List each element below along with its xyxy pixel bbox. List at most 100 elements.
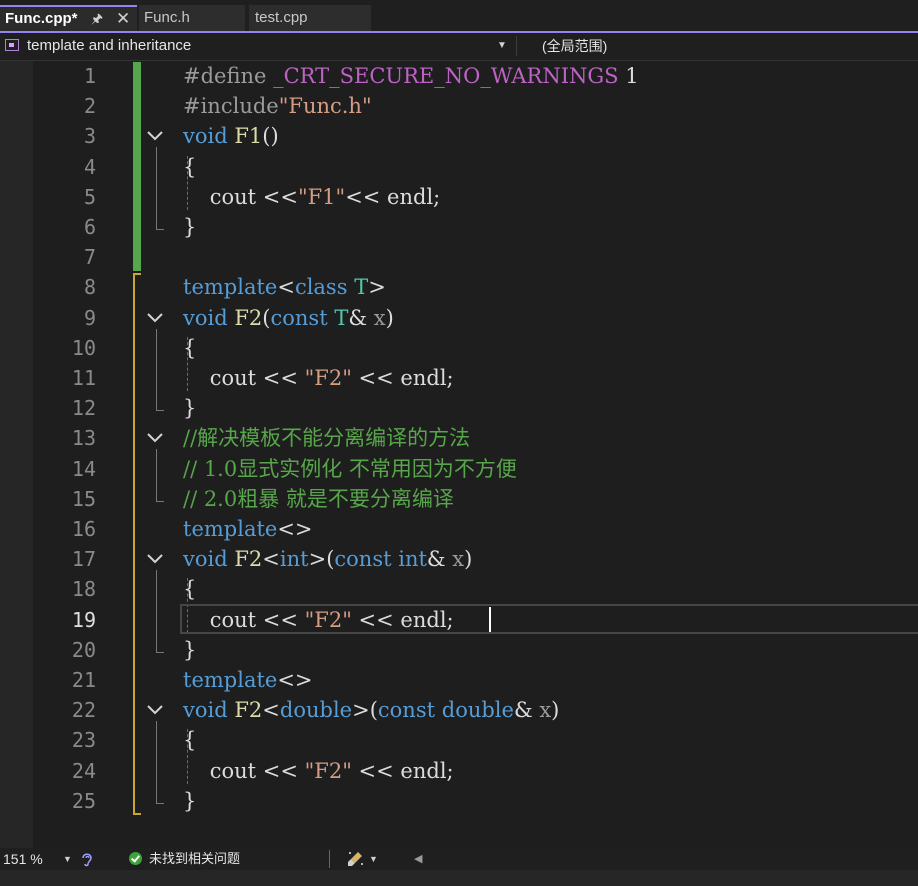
code-line[interactable]: void F1() — [183, 121, 279, 151]
collapse-chevron-icon[interactable] — [146, 130, 164, 144]
code-token: ) — [551, 698, 560, 723]
code-token: { — [183, 577, 197, 602]
code-line[interactable]: } — [183, 212, 196, 242]
horizontal-scrollbar-area[interactable] — [0, 870, 918, 886]
chevron-down-icon: ▼ — [497, 40, 507, 51]
code-line[interactable]: //解决模板不能分离编译的方法 — [183, 423, 470, 453]
code-token: class — [294, 275, 348, 300]
code-token: <> — [277, 668, 313, 692]
collapse-chevron-icon[interactable] — [146, 704, 164, 718]
tab-func-h[interactable]: Func.h — [139, 5, 245, 32]
code-token: "Func.h" — [278, 94, 372, 119]
code-token: const — [270, 305, 328, 330]
code-token: _CRT_SECURE_NO_WARNINGS — [273, 64, 619, 88]
code-line[interactable]: { — [183, 152, 196, 182]
code-token: double — [279, 698, 353, 723]
issues-status-text[interactable]: 未找到相关问题 — [149, 848, 240, 870]
code-line[interactable]: void F2<int>(const int& x) — [183, 544, 472, 574]
code-line[interactable]: void F2(const T& x) — [183, 303, 394, 333]
code-token: const — [334, 547, 392, 572]
code-token: // 2.0粗暴 就是不要分离编译 — [183, 486, 454, 511]
code-line[interactable]: // 2.0粗暴 就是不要分离编译 — [183, 484, 454, 514]
collapse-chevron-icon[interactable] — [146, 312, 164, 326]
code-token: << endl; — [351, 366, 454, 390]
code-token: >( — [352, 698, 378, 723]
code-token: "F2" — [304, 366, 352, 390]
zoom-level[interactable]: 151 % — [3, 848, 43, 870]
line-number: 11 — [71, 366, 96, 390]
code-line[interactable]: } — [183, 393, 196, 423]
code-token: "F2" — [304, 607, 352, 632]
code-token: const — [377, 698, 436, 723]
code-line[interactable]: cout << "F2" << endl; — [183, 605, 454, 635]
line-number: 25 — [71, 788, 96, 813]
code-line[interactable]: cout << "F2" << endl; — [183, 363, 454, 393]
line-number: 4 — [83, 154, 96, 179]
code-line[interactable]: #define _CRT_SECURE_NO_WARNINGS 1 — [183, 61, 639, 91]
line-number: 2 — [83, 94, 96, 119]
cleanup-dropdown-icon[interactable]: ▼ — [369, 848, 378, 870]
code-token: T — [354, 275, 369, 300]
code-token: << endl; — [351, 758, 454, 783]
code-token: void — [183, 547, 228, 572]
code-token: < — [262, 547, 280, 572]
code-token: template — [183, 668, 278, 692]
code-token: template — [183, 275, 278, 300]
global-scope-dropdown[interactable]: (全局范围) — [542, 33, 607, 59]
code-line[interactable]: { — [183, 574, 196, 604]
code-line[interactable]: template<class T> — [183, 272, 386, 302]
code-cleanup-brush-icon[interactable] — [347, 850, 365, 868]
line-number: 18 — [71, 577, 96, 602]
editor-margin — [0, 61, 33, 848]
code-line[interactable]: } — [183, 635, 196, 665]
outline-bracket — [156, 570, 164, 653]
code-token: ( — [262, 305, 271, 330]
line-number: 5 — [83, 184, 96, 209]
line-number: 14 — [71, 456, 96, 481]
code-line[interactable]: // 1.0显式实例化 不常用因为不方便 — [183, 454, 517, 484]
code-token: cout << — [183, 184, 298, 209]
code-token: F2 — [234, 698, 263, 723]
line-number: 8 — [83, 275, 96, 300]
pin-icon[interactable]: 🖈 — [91, 7, 103, 31]
outline-bracket — [156, 449, 164, 502]
code-token: //解决模板不能分离编译的方法 — [183, 426, 471, 451]
code-line[interactable]: cout << "F2" << endl; — [183, 756, 454, 786]
line-number: 10 — [71, 335, 96, 360]
code-line[interactable]: void F2<double>(const double& x) — [183, 695, 559, 725]
code-line[interactable]: { — [183, 333, 196, 363]
code-token: cout << — [183, 758, 305, 783]
line-number: 1 — [83, 64, 96, 88]
code-editor[interactable]: 1 2 3 4 5 6 7 8 9 10 11 12 13 14 15 16 17 18 19 20 21 22 23 24 2… — [0, 61, 918, 848]
code-token: >( — [308, 547, 335, 572]
tab-func-cpp[interactable]: Func.cpp* 🖈 ✕ — [0, 5, 137, 32]
line-number: 21 — [71, 668, 96, 692]
code-line[interactable]: { — [183, 725, 196, 755]
line-number: 19 — [71, 607, 96, 632]
nav-divider — [516, 36, 517, 56]
zoom-dropdown-icon[interactable]: ▼ — [63, 848, 72, 870]
code-token: // 1.0显式实例化 不常用因为不方便 — [183, 456, 517, 481]
document-tab-strip: Func.cpp* 🖈 ✕ Func.h test.cpp — [0, 0, 918, 32]
code-line[interactable]: template<> — [183, 514, 313, 544]
collapse-chevron-icon[interactable] — [146, 553, 164, 567]
line-number: 7 — [83, 245, 96, 270]
tab-test-cpp[interactable]: test.cpp — [249, 5, 371, 32]
code-token: T — [334, 305, 349, 330]
ear-icon[interactable] — [80, 851, 94, 867]
code-line[interactable]: } — [183, 786, 196, 816]
close-icon[interactable]: ✕ — [116, 7, 130, 31]
code-token: F1 — [234, 124, 263, 149]
project-scope-dropdown[interactable]: template and inheritance ▼ — [0, 33, 514, 59]
code-line[interactable]: #include"Func.h" — [183, 91, 372, 121]
line-number: 15 — [71, 486, 96, 511]
navigation-bar: template and inheritance ▼ (全局范围) — [0, 33, 918, 61]
code-line[interactable]: template<> — [183, 665, 313, 695]
collapse-chevron-icon[interactable] — [146, 432, 164, 446]
line-number: 23 — [71, 728, 96, 753]
code-token: } — [183, 396, 197, 421]
code-token: x — [539, 698, 552, 723]
scroll-left-icon[interactable]: ◀ — [414, 848, 422, 870]
line-number: 6 — [83, 215, 96, 239]
code-line[interactable]: cout <<"F1"<< endl; — [183, 182, 441, 212]
